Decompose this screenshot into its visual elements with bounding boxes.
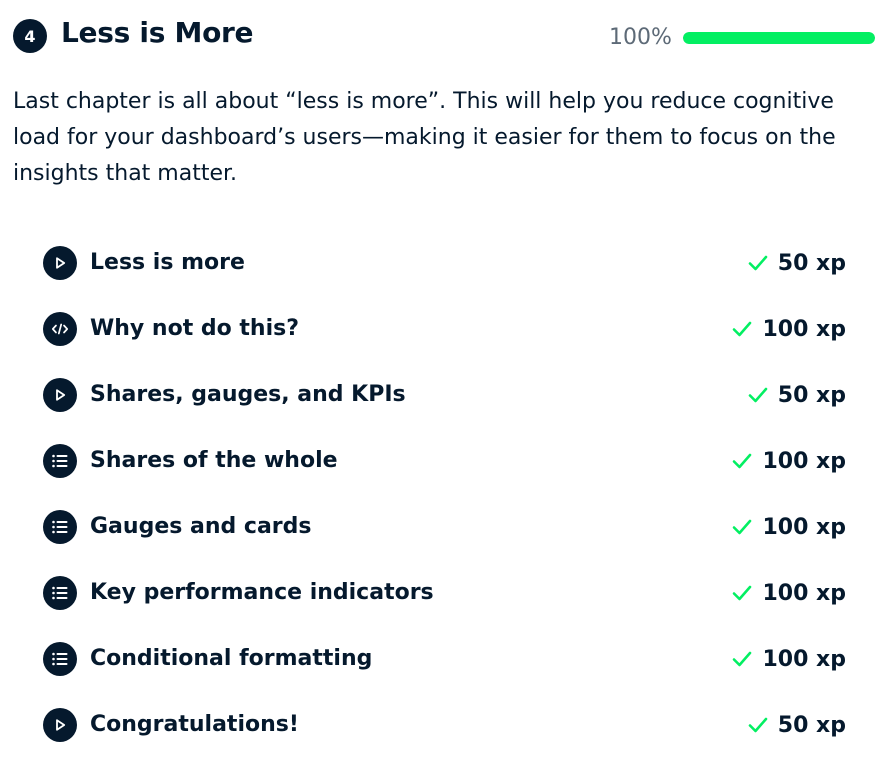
lesson-xp-group: 100 xp — [732, 643, 846, 675]
list-icon — [43, 444, 77, 478]
chapter-description: Last chapter is all about “less is more”… — [13, 89, 836, 186]
check-icon — [732, 584, 752, 602]
lesson-item[interactable]: Congratulations! 50 xp — [43, 691, 846, 757]
check-icon — [732, 320, 752, 338]
lesson-xp-group: 50 xp — [748, 379, 846, 411]
lesson-xp-group: 100 xp — [732, 445, 846, 477]
lesson-xp: 100 xp — [762, 316, 846, 342]
lesson-title[interactable]: Key performance indicators — [90, 577, 434, 609]
lesson-title[interactable]: Shares of the whole — [90, 445, 338, 477]
lesson-item[interactable]: Why not do this? 100 xp — [43, 295, 846, 361]
check-icon — [748, 386, 768, 404]
chapter-number-badge: 4 — [13, 19, 47, 53]
lesson-xp: 100 xp — [762, 448, 846, 474]
progress-percent: 100% — [609, 25, 672, 50]
lesson-xp: 100 xp — [762, 580, 846, 606]
lesson-title[interactable]: Less is more — [90, 247, 245, 279]
lesson-title[interactable]: Gauges and cards — [90, 511, 311, 543]
lesson-xp: 50 xp — [777, 250, 846, 276]
code-icon — [43, 312, 77, 346]
lesson-xp-group: 100 xp — [732, 577, 846, 609]
play-icon — [43, 708, 77, 742]
lesson-item[interactable]: Key performance indicators 100 xp — [43, 559, 846, 625]
lesson-xp-group: 100 xp — [732, 313, 846, 345]
lesson-xp-group: 50 xp — [748, 247, 846, 279]
lesson-xp-group: 100 xp — [732, 511, 846, 543]
lesson-xp-group: 50 xp — [748, 709, 846, 741]
progress-bar — [683, 32, 875, 44]
lesson-item[interactable]: Conditional formatting 100 xp — [43, 625, 846, 691]
lesson-xp: 100 xp — [762, 514, 846, 540]
chapter-title: Less is More — [61, 16, 254, 49]
progress-bar-fill — [683, 32, 875, 44]
lesson-xp: 50 xp — [777, 712, 846, 738]
lesson-list: Less is more 50 xp Why not do this? 100 xp S… — [43, 229, 846, 757]
play-icon — [43, 378, 77, 412]
lesson-title[interactable]: Why not do this? — [90, 313, 299, 345]
check-icon — [732, 518, 752, 536]
lesson-title[interactable]: Congratulations! — [90, 709, 299, 741]
lesson-xp: 50 xp — [777, 382, 846, 408]
check-icon — [732, 650, 752, 668]
play-icon — [43, 246, 77, 280]
chapter-header: 4 Less is More 100% — [13, 14, 875, 54]
lesson-item[interactable]: Shares, gauges, and KPIs 50 xp — [43, 361, 846, 427]
lesson-title[interactable]: Shares, gauges, and KPIs — [90, 379, 406, 411]
lesson-item[interactable]: Shares of the whole 100 xp — [43, 427, 846, 493]
lesson-item[interactable]: Gauges and cards 100 xp — [43, 493, 846, 559]
list-icon — [43, 510, 77, 544]
list-icon — [43, 576, 77, 610]
lesson-title[interactable]: Conditional formatting — [90, 643, 372, 675]
check-icon — [748, 254, 768, 272]
check-icon — [748, 716, 768, 734]
lesson-xp: 100 xp — [762, 646, 846, 672]
check-icon — [732, 452, 752, 470]
list-icon — [43, 642, 77, 676]
lesson-item[interactable]: Less is more 50 xp — [43, 229, 846, 295]
